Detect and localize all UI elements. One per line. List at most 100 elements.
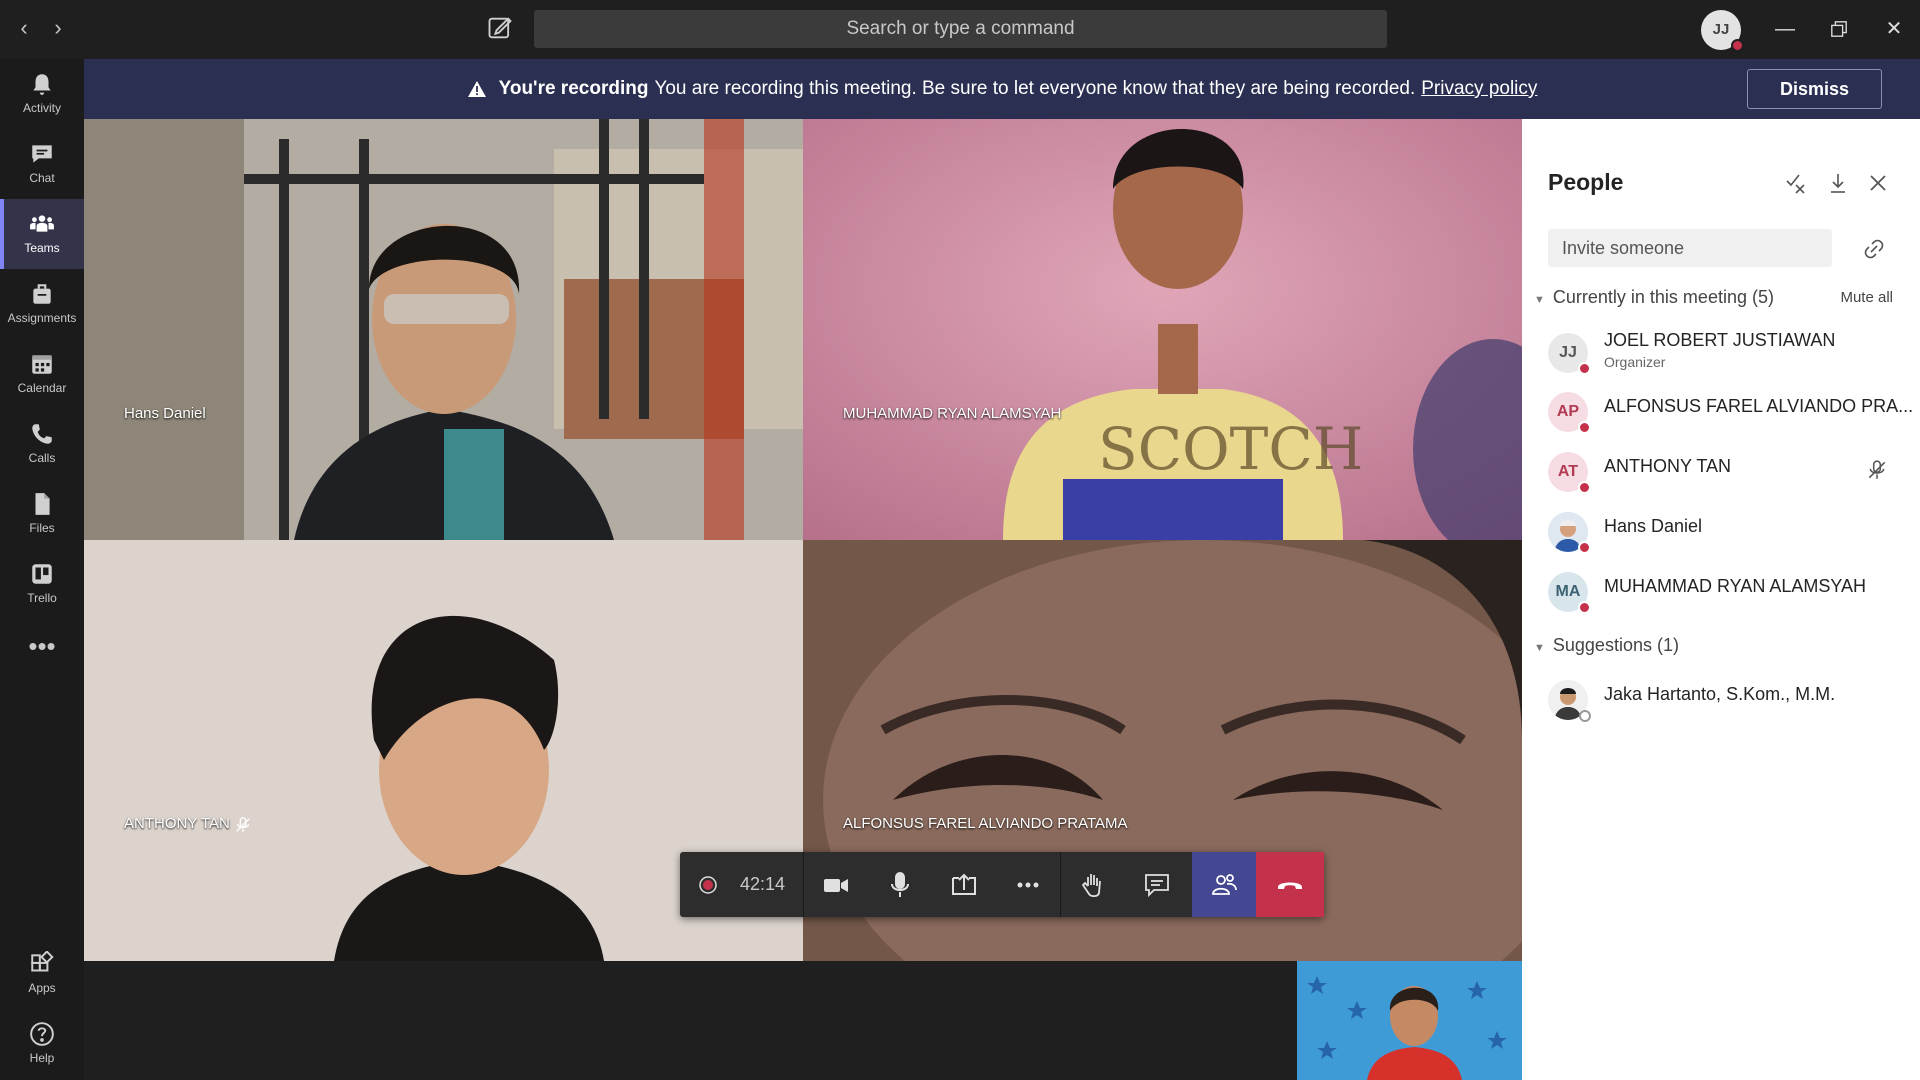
video-feed (84, 119, 803, 540)
rail-label: Assignments (7, 311, 77, 325)
avatar: MA (1548, 572, 1591, 614)
participant-row[interactable]: Hans Daniel (1548, 509, 1908, 559)
chat-button[interactable] (1125, 852, 1189, 917)
rail-item-activity[interactable]: Activity (0, 59, 84, 129)
user-avatar[interactable]: JJ (1701, 10, 1744, 52)
assignments-icon (33, 284, 51, 304)
mic-muted-icon (1868, 460, 1886, 479)
trello-icon (32, 564, 52, 584)
participant-row[interactable]: AT ANTHONY TAN (1548, 449, 1908, 499)
avatar-initials: JJ (1559, 344, 1577, 361)
hang-up-button[interactable] (1256, 852, 1324, 917)
rail-item-calls[interactable]: Calls (0, 409, 84, 479)
presence-busy-icon (1578, 541, 1591, 554)
video-tile-hans-daniel[interactable]: Hans Daniel (84, 119, 803, 540)
participant-name: ANTHONY TAN (1604, 456, 1732, 476)
teams-icon (30, 215, 54, 232)
minimize-icon[interactable]: — (1765, 12, 1805, 46)
section-label: Suggestions (1) (1552, 635, 1679, 655)
participant-name-label: Hans Daniel (124, 405, 206, 422)
share-screen-button[interactable] (932, 852, 996, 917)
raise-hand-button[interactable] (1061, 852, 1125, 917)
participant-row[interactable]: MA MUHAMMAD RYAN ALAMSYAH (1548, 569, 1908, 619)
participant-name: Hans Daniel (1604, 516, 1703, 536)
check-off-icon[interactable] (1784, 171, 1808, 195)
title-bar: ‹ › Search or type a command JJ — ✕ (0, 0, 1920, 59)
close-window-icon[interactable]: ✕ (1874, 12, 1914, 46)
mute-all-button[interactable]: Mute all (1840, 289, 1893, 306)
suggestion-row[interactable]: Jaka Hartanto, S.Kom., M.M. (1548, 677, 1908, 727)
participant-row[interactable]: AP ALFONSUS FAREL ALVIANDO PRA... (1548, 389, 1913, 439)
help-icon (30, 1022, 54, 1046)
participant-name: MUHAMMAD RYAN ALAMSYAH (1604, 576, 1867, 596)
close-panel-icon[interactable] (1866, 171, 1890, 195)
participant-row[interactable]: JJ JOEL ROBERT JUSTIAWAN Organizer (1548, 330, 1908, 380)
rail-label: Teams (24, 241, 60, 255)
download-icon[interactable] (1826, 171, 1850, 195)
files-icon (35, 493, 50, 515)
section-label: Currently in this meeting (5) (1552, 287, 1774, 307)
warning-icon (467, 81, 486, 97)
avatar: JJ (1548, 333, 1591, 375)
presence-busy-icon (1578, 481, 1591, 494)
participant-name-label: ALFONSUS FAREL ALVIANDO PRATAMA (843, 815, 1128, 832)
presence-busy-icon (1578, 421, 1591, 434)
meeting-controls: 42:14 (680, 852, 1324, 917)
video-feed: SCOTCH (803, 119, 1522, 540)
presence-offline-icon (1579, 710, 1591, 722)
more-apps-icon[interactable]: ••• (0, 619, 84, 689)
rail-item-apps[interactable]: Apps (0, 939, 84, 1009)
current-participants-header[interactable]: ▼ Currently in this meeting (5) (1534, 287, 1774, 308)
restore-icon[interactable] (1819, 12, 1859, 46)
rail-label: Apps (28, 981, 56, 995)
avatar (1548, 680, 1591, 722)
rail-label: Calls (28, 451, 56, 465)
more-actions-button[interactable] (996, 852, 1060, 917)
apps-icon (31, 951, 54, 972)
rail-item-files[interactable]: Files (0, 479, 84, 549)
rail-item-assignments[interactable]: Assignments (0, 269, 84, 339)
meeting-timer: 42:14 (740, 874, 786, 894)
invite-someone-input[interactable]: Invite someone (1548, 229, 1832, 267)
avatar-initials: AT (1557, 463, 1579, 480)
recording-indicator-icon (680, 852, 736, 917)
rail-item-calendar[interactable]: Calendar (0, 339, 84, 409)
raise-hand-icon (1081, 873, 1101, 897)
search-input[interactable]: Search or type a command (534, 10, 1387, 48)
camera-button[interactable] (804, 852, 868, 917)
avatar-initials: AP (1556, 403, 1580, 420)
rail-label: Chat (29, 171, 55, 185)
rail-label: Trello (27, 591, 57, 605)
rail-label: Calendar (17, 381, 67, 395)
recording-title: You're recording (498, 78, 649, 99)
participant-role: Organizer (1604, 354, 1666, 370)
rail-label: Activity (22, 101, 61, 115)
back-arrow-icon[interactable]: ‹ (10, 14, 38, 42)
user-avatar-initials: JJ (1712, 21, 1730, 38)
rail-label: Files (29, 521, 55, 535)
microphone-button[interactable] (868, 852, 932, 917)
rail-item-help[interactable]: Help (0, 1009, 84, 1079)
rail-item-trello[interactable]: Trello (0, 549, 84, 619)
share-screen-icon (952, 873, 976, 895)
chat-icon (32, 145, 52, 163)
microphone-icon (891, 871, 909, 897)
presence-busy-icon (1731, 39, 1744, 52)
rail-item-teams[interactable]: Teams (0, 199, 84, 269)
suggestions-header[interactable]: ▼ Suggestions (1) (1534, 635, 1679, 656)
video-tile-muhammad-ryan-alamsyah[interactable]: SCOTCH MUHAMMAD RYAN ALAMSYAH (803, 119, 1522, 540)
chat-bubble-icon (1145, 873, 1169, 897)
presence-busy-icon (1578, 601, 1591, 614)
privacy-policy-link[interactable]: Privacy policy (1421, 78, 1537, 100)
video-feed (1297, 961, 1522, 1080)
link-icon[interactable] (1862, 237, 1886, 261)
forward-arrow-icon[interactable]: › (44, 14, 72, 42)
compose-icon[interactable] (486, 14, 514, 42)
show-participants-button[interactable] (1192, 852, 1256, 917)
rail-item-chat[interactable]: Chat (0, 129, 84, 199)
self-preview-video[interactable] (1297, 961, 1522, 1080)
avatar-initials: MA (1555, 583, 1581, 600)
recording-banner: You're recording You are recording this … (84, 59, 1920, 119)
participant-name: JOEL ROBERT JUSTIAWAN (1604, 330, 1836, 350)
dismiss-button[interactable]: Dismiss (1747, 69, 1882, 109)
